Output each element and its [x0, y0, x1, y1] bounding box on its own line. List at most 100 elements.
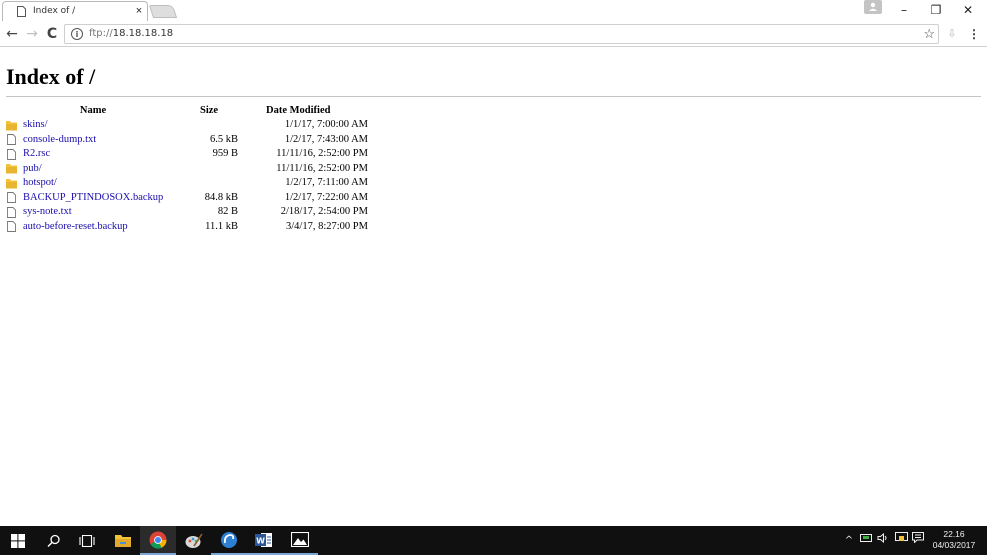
- cell-date-modified: 2/18/17, 2:54:00 PM: [280, 206, 368, 218]
- folder-link[interactable]: skins/: [17, 119, 48, 130]
- file-link[interactable]: auto-before-reset.backup: [17, 221, 128, 232]
- cell-date-modified: 1/2/17, 7:11:00 AM: [285, 177, 368, 189]
- page-content: Index of / Name Size Date Modified skins…: [0, 48, 987, 526]
- browser-toolbar: ← → C i ftp://18.18.18.18 ☆: [0, 21, 987, 47]
- folder-icon: [6, 120, 17, 131]
- table-row: sys-note.txt 82 B 2/18/17, 2:54:00 PM: [4, 205, 368, 220]
- file-link[interactable]: R2.rsc: [17, 148, 50, 159]
- search-button[interactable]: [36, 526, 72, 555]
- cell-name: BACKUP_PTINDOSOX.backup: [4, 191, 182, 206]
- cell-name: auto-before-reset.backup: [4, 220, 182, 235]
- task-view-button[interactable]: [69, 526, 105, 555]
- table-row: console-dump.txt 6.5 kB 1/2/17, 7:43:00 AM: [4, 133, 368, 148]
- cell-date-modified: 3/4/17, 8:27:00 PM: [286, 220, 368, 232]
- info-icon[interactable]: i: [71, 28, 83, 40]
- table-row: skins/1/1/17, 7:00:00 AM: [4, 118, 368, 133]
- cell-date-modified: 1/2/17, 7:43:00 AM: [284, 133, 368, 145]
- table-row: BACKUP_PTINDOSOX.backup 84.8 kB 1/2/17, 7:…: [4, 191, 368, 206]
- folder-link[interactable]: hotspot/: [17, 177, 57, 188]
- cell-size: [182, 118, 238, 133]
- url-host: 18.18.18.18: [112, 28, 174, 39]
- file-icon: [7, 192, 16, 203]
- new-tab-button[interactable]: [148, 5, 178, 18]
- photos-icon: [291, 532, 309, 547]
- url-scheme: ftp://: [89, 28, 113, 39]
- paint-button[interactable]: [176, 526, 212, 555]
- file-link[interactable]: sys-note.txt: [17, 206, 72, 217]
- file-explorer-button[interactable]: [105, 526, 141, 555]
- column-header-size[interactable]: Size: [182, 104, 238, 118]
- cell-size: 82 B: [217, 206, 238, 218]
- cell-date-modified: 1/1/17, 7:00:00 AM: [284, 119, 368, 131]
- windows-icon: [11, 533, 25, 548]
- divider: [6, 96, 981, 97]
- folder-icon: [6, 164, 17, 174]
- word-button[interactable]: W: [246, 526, 282, 555]
- cell-date-modified: 11/11/16, 2:52:00 PM: [276, 148, 368, 160]
- paint-icon: [185, 533, 203, 548]
- file-icon: [7, 221, 16, 232]
- volume-icon[interactable]: [875, 526, 891, 555]
- start-button[interactable]: [0, 526, 36, 555]
- column-header-name[interactable]: Name: [4, 104, 182, 118]
- tab-strip: Index of / × – ❐ ✕: [0, 0, 987, 21]
- browser-tab[interactable]: Index of / ×: [2, 1, 148, 21]
- network-icon[interactable]: [858, 526, 874, 555]
- action-center-icon[interactable]: [910, 526, 926, 555]
- file-icon: [7, 134, 16, 145]
- reload-button[interactable]: C: [44, 25, 60, 43]
- cell-size: 11.1 kB: [205, 220, 238, 232]
- address-bar[interactable]: i ftp://18.18.18.18 ☆: [64, 24, 939, 44]
- clock[interactable]: 22.16 04/03/2017: [928, 529, 980, 551]
- close-window-button[interactable]: ✕: [953, 0, 983, 20]
- extension-icon[interactable]: ⇩: [945, 25, 959, 43]
- folder-icon: [115, 535, 131, 547]
- minimize-button[interactable]: –: [889, 0, 919, 20]
- folder-link[interactable]: pub/: [17, 163, 42, 174]
- tab-close-icon[interactable]: ×: [133, 5, 145, 17]
- profile-icon[interactable]: [864, 0, 882, 14]
- clock-time: 22.16: [943, 529, 965, 539]
- url-text[interactable]: ftp://18.18.18.18: [89, 28, 173, 39]
- star-icon[interactable]: ☆: [923, 25, 935, 43]
- cell-date-modified: 11/11/16, 2:52:00 PM: [276, 162, 368, 174]
- table-row: R2.rsc 959 B 11/11/16, 2:52:00 PM: [4, 147, 368, 162]
- clock-date: 04/03/2017: [932, 540, 976, 550]
- forward-button[interactable]: →: [24, 25, 40, 43]
- document-icon: [17, 6, 26, 17]
- table-row: hotspot/1/2/17, 7:11:00 AM: [4, 176, 368, 191]
- file-link[interactable]: BACKUP_PTINDOSOX.backup: [17, 192, 163, 203]
- chrome-button[interactable]: [140, 526, 176, 555]
- display-icon[interactable]: [893, 526, 909, 555]
- directory-listing: Name Size Date Modified skins/1/1/17, 7:…: [4, 104, 368, 234]
- chrome-icon: [149, 531, 167, 549]
- file-icon: [7, 206, 16, 218]
- table-row: pub/11/11/16, 2:52:00 PM: [4, 162, 368, 177]
- page-title: Index of /: [6, 64, 96, 89]
- cell-date-modified: 1/2/17, 7:22:00 AM: [284, 191, 368, 203]
- file-link[interactable]: console-dump.txt: [17, 134, 96, 145]
- cell-size: [182, 162, 238, 177]
- cell-name: pub/: [4, 162, 182, 177]
- tab-title: Index of /: [33, 6, 76, 16]
- task-view-icon: [79, 534, 95, 547]
- cell-size: [182, 176, 238, 191]
- swirl-app-icon: [221, 531, 237, 548]
- table-row: auto-before-reset.backup 11.1 kB 3/4/17, 8…: [4, 220, 368, 235]
- word-icon: W: [255, 532, 272, 547]
- cell-size: 84.8 kB: [204, 191, 238, 203]
- svg-text:W: W: [256, 536, 265, 545]
- swirl-app-button[interactable]: [211, 526, 247, 555]
- cell-name: R2.rsc: [4, 147, 182, 162]
- cell-name: console-dump.txt: [4, 133, 182, 148]
- restore-button[interactable]: ❐: [921, 0, 951, 20]
- back-button[interactable]: ←: [4, 25, 20, 43]
- file-icon: [7, 148, 16, 160]
- menu-icon[interactable]: ⋮: [967, 25, 981, 43]
- cell-size: 6.5 kB: [209, 133, 238, 145]
- tray-chevron-icon[interactable]: ^: [842, 526, 856, 555]
- column-header-date[interactable]: Date Modified: [238, 104, 368, 118]
- cell-size: 959 B: [212, 148, 238, 160]
- photos-button[interactable]: [282, 526, 318, 555]
- taskbar: W ^ 22.16 04/03/2017: [0, 526, 987, 555]
